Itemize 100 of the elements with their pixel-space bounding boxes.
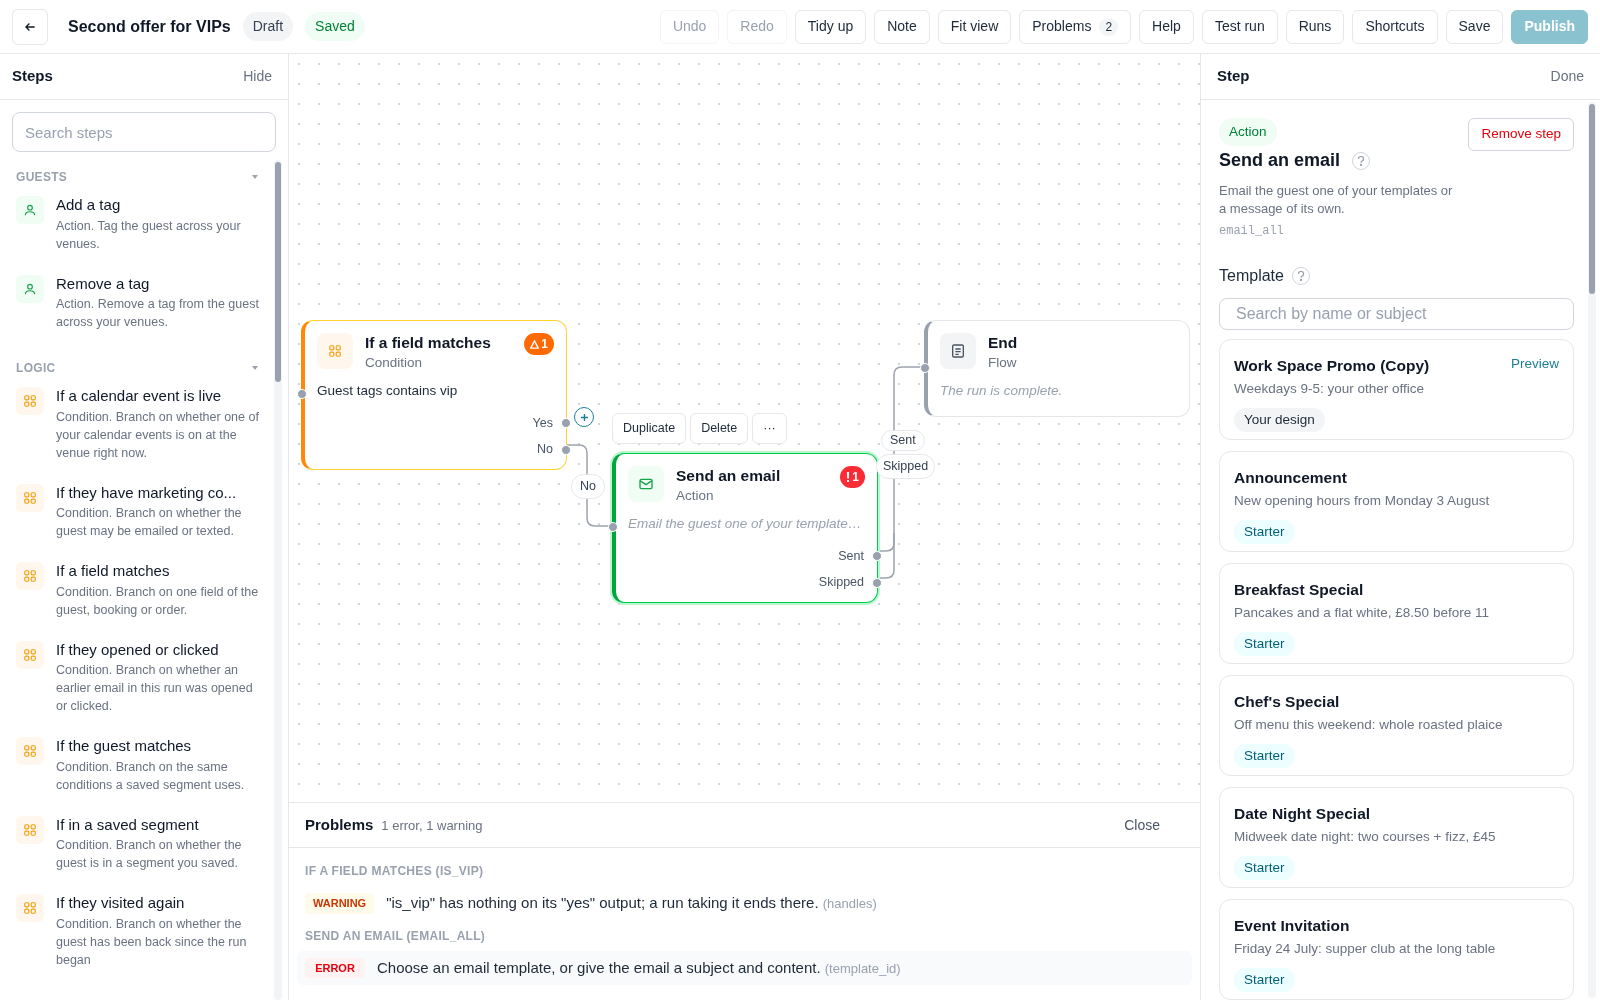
grid-icon: [23, 744, 37, 758]
status-badge: Saved: [305, 12, 365, 41]
template-subject: Weekdays 9-5: your other office: [1234, 380, 1426, 399]
step-title: If they opened or clicked: [56, 639, 220, 660]
step-item[interactable]: Remove a tag Action. Remove a tag from the guest across your venues.: [16, 272, 266, 351]
step-item[interactable]: If they visited again Condition. Branch on whether the guest has been back since the run began: [16, 892, 266, 989]
step-code: email_all: [1219, 223, 1285, 240]
status-badge: Draft: [242, 12, 294, 41]
scrollbar[interactable]: [274, 160, 282, 1000]
template-tag: Starter: [1234, 519, 1295, 544]
hide-button[interactable]: Hide: [243, 66, 276, 87]
edge-label[interactable]: Skipped: [876, 454, 936, 479]
toolbar-button[interactable]: Fit view: [937, 9, 1012, 44]
step-item[interactable]: If in a saved segment Condition. Branch on whether the guest is in a segment you saved.: [16, 813, 266, 892]
template-name: Announcement: [1234, 468, 1347, 488]
template-tag: Starter: [1234, 967, 1295, 992]
step-item[interactable]: If a field matches Condition. Branch on one field of the guest, booking or order.: [16, 560, 266, 639]
node-action-button[interactable]: ···: [752, 413, 787, 444]
caret-icon[interactable]: [252, 366, 258, 370]
step-item[interactable]: If the guest matches Condition. Branch on the same conditions a saved segment uses.: [16, 735, 266, 814]
toolbar-button[interactable]: Problems 2: [1019, 9, 1132, 44]
template-card[interactable]: Announcement New opening hours from Monday 3 August Starter: [1219, 451, 1574, 552]
section-heading: GUESTS: [16, 169, 68, 186]
node-action-button[interactable]: Delete: [690, 413, 749, 444]
node-subtitle: Flow: [988, 354, 1018, 372]
step-title: If a calendar event is live: [56, 386, 223, 406]
remove-step-button[interactable]: Remove step: [1468, 118, 1574, 151]
toolbar-button[interactable]: Test run: [1201, 9, 1278, 44]
step-name: Send an email: [1219, 149, 1341, 172]
section-heading: LOGIC: [16, 360, 56, 377]
node-body: Email the guest one of your template…: [628, 515, 863, 534]
output-label: Sent: [838, 547, 864, 565]
severity-badge: ERROR: [305, 957, 365, 978]
edge-label[interactable]: No: [571, 474, 605, 499]
grid-icon: [23, 569, 37, 583]
grid-icon: [23, 822, 37, 837]
template-subject: Midweek date night: two courses + fizz, £45: [1234, 828, 1497, 847]
done-button[interactable]: Done: [1550, 66, 1584, 87]
template-subject: Friday 24 July: supper club at the long table: [1234, 940, 1497, 959]
template-card[interactable]: Event Invitation Friday 24 July: supper club at the long table Starter: [1219, 899, 1574, 1000]
document-icon: [950, 343, 966, 359]
step-title: Remove a tag: [56, 273, 151, 294]
grid-icon: [23, 490, 37, 505]
output-handle[interactable]: [561, 444, 571, 455]
node-subtitle: Action: [676, 487, 715, 505]
template-subject: New opening hours from Monday 3 August: [1234, 492, 1491, 511]
output-handle[interactable]: [872, 550, 882, 561]
toolbar-button[interactable]: Save: [1445, 9, 1504, 44]
template-name: Date Night Special: [1234, 804, 1371, 824]
output-label: No: [537, 441, 553, 459]
input-handle[interactable]: [297, 389, 307, 399]
step-item[interactable]: If they have marketing co... Condition. Branch on whether the guest may be emailed or texted.: [16, 481, 266, 560]
preview-link[interactable]: Preview: [1511, 354, 1559, 375]
person-icon: [23, 203, 37, 217]
template-card[interactable]: Work Space Promo (Copy) Preview Weekdays 9-5: your other office Your design: [1219, 339, 1574, 440]
step-description: Condition. Branch on whether an earlier email in this run was opened or clicked.: [56, 662, 254, 715]
toolbar-button[interactable]: Note: [874, 9, 930, 44]
grid-icon: [23, 647, 37, 662]
output-handle[interactable]: [872, 577, 882, 588]
panel-title: Problems: [305, 814, 374, 835]
toolbar-button[interactable]: Shortcuts: [1352, 9, 1438, 44]
close-button[interactable]: Close: [1124, 814, 1184, 836]
problem-row[interactable]: WARNING "is_vip" has nothing on its "yes" output; a run taking it ends there. (handles): [297, 886, 1192, 921]
problem-row[interactable]: ERROR Choose an email template, or give the email a subject and content. (template_id): [297, 950, 1192, 985]
node-body: The run is complete.: [940, 382, 1064, 401]
toolbar-button[interactable]: Tidy up: [794, 9, 867, 44]
problem-group-heading: SEND AN EMAIL (EMAIL_ALL): [304, 927, 487, 945]
step-description: Condition. Branch on whether the guest may be emailed or texted.: [56, 505, 243, 540]
back-button[interactable]: [12, 8, 48, 45]
problems-summary: 1 error, 1 warning: [381, 816, 483, 835]
step-item[interactable]: Add a tag Action. Tag the guest across your venues.: [16, 194, 266, 273]
scrollbar[interactable]: [1588, 102, 1596, 998]
template-card[interactable]: Breakfast Special Pancakes and a flat white, £8.50 before 11 Starter: [1219, 563, 1574, 664]
step-item[interactable]: If a calendar event is live Condition. Branch on whether one of your calendar events is on at the venue right now.: [16, 385, 266, 482]
input-handle[interactable]: [608, 522, 618, 532]
step-item[interactable]: If they opened or clicked Condition. Branch on whether an earlier email in this run was opened or clicked.: [16, 638, 266, 735]
node-action-button[interactable]: Duplicate: [612, 413, 687, 444]
step-title: If they visited again: [56, 893, 186, 913]
step-title: If a field matches: [56, 561, 171, 581]
caret-icon[interactable]: [252, 175, 258, 179]
template-card[interactable]: Date Night Special Midweek date night: two courses + fizz, £45 Starter: [1219, 787, 1574, 888]
warning-triangle-icon: [530, 339, 540, 349]
template-subject: Off menu this weekend: whole roasted plaice: [1234, 716, 1504, 735]
template-card[interactable]: Chef's Special Off menu this weekend: whole roasted plaice Starter: [1219, 675, 1574, 776]
node-title: Send an email: [676, 466, 781, 486]
step-title: If the guest matches: [56, 736, 193, 756]
template-search-field[interactable]: Search by name or subject: [1219, 298, 1574, 330]
toolbar-button[interactable]: Runs: [1285, 9, 1345, 44]
panel-title: Step: [1217, 66, 1250, 87]
search-field[interactable]: Search steps: [12, 112, 276, 152]
edge-label[interactable]: Sent: [881, 430, 925, 451]
input-handle[interactable]: [920, 363, 930, 373]
add-step-button[interactable]: [574, 407, 594, 427]
sidebar-title: Steps: [12, 66, 53, 87]
grid-icon: [23, 901, 37, 915]
problem-message: Choose an email template, or give the email a subject and content. (template_id): [377, 957, 901, 978]
step-description: Condition. Branch on whether one of your calendar events is on at the venue right now.: [56, 408, 260, 462]
output-handle[interactable]: [561, 417, 571, 428]
step-title: Add a tag: [56, 195, 122, 215]
toolbar-button[interactable]: Help: [1139, 9, 1194, 44]
